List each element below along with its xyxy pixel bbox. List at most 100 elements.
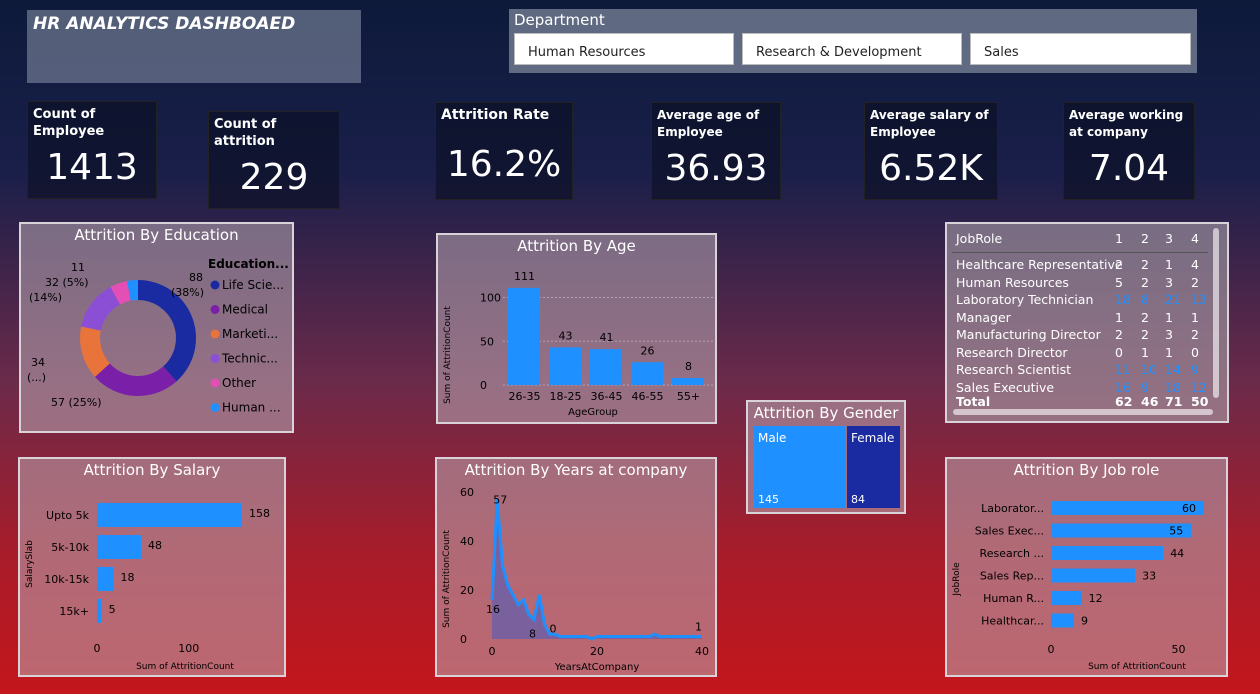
kpi-count-attrition: Count of attrition 229 [208, 111, 340, 209]
age-x-tick: 46-55 [632, 390, 664, 403]
department-label: Department [514, 11, 605, 29]
matrix-row-cell: 21 [1165, 292, 1181, 307]
age-bar-label: 26 [641, 344, 655, 357]
education-legend: Life Scie... Medical Marketi... Technic... O… [210, 278, 284, 415]
salary-xlabel: Sum of AttritionCount [136, 662, 234, 672]
years-panel: Attrition By Years at company Sum of Att… [435, 457, 717, 677]
kpi-title: Average salary of Employee [870, 108, 989, 139]
matrix-row-cell: 1 [1165, 344, 1173, 360]
matrix-row-cell: 9 [1191, 362, 1199, 377]
kpi-count-employee: Count of Employee 1413 [27, 101, 157, 199]
education-panel: Attrition By Education 88 (38%) 57 (25%)… [19, 222, 294, 433]
salary-bar [97, 503, 242, 527]
age-x-tick: 55+ [677, 390, 700, 403]
job-y-tick: Research ... [980, 547, 1044, 560]
kpi-value: 7.04 [1088, 148, 1170, 189]
matrix-row-cell: 3 [1165, 327, 1173, 342]
matrix-total-cell: 62 [1115, 394, 1133, 409]
department-option-human-resources[interactable]: Human Resources [514, 33, 734, 65]
job-bar-label: 9 [1081, 615, 1088, 628]
legend-label: Medical [222, 303, 268, 317]
years-label: 8 [529, 627, 536, 640]
matrix-row-cell: 1 [1165, 257, 1173, 272]
job-x-tick: 0 [1048, 643, 1055, 656]
job-bar [1051, 613, 1074, 628]
years-x-tick: 20 [590, 645, 604, 658]
years-y-tick: 0 [460, 633, 467, 646]
job-y-tick: Laborator... [981, 502, 1044, 515]
matrix-scrollbar-vertical[interactable] [1213, 228, 1219, 398]
job-y-tick: Human R... [983, 592, 1044, 605]
matrix-row-cell: 2 [1141, 309, 1149, 325]
years-xlabel: YearsAtCompany [554, 662, 640, 673]
matrix-row-cell: 2 [1141, 274, 1149, 290]
kpi-value: 16.2% [446, 144, 562, 185]
education-legend-title: Education... [208, 257, 289, 271]
jobrole-panel: Attrition By Job role JobRole Sum of Att… [945, 457, 1228, 677]
matrix-row-cell: 3 [1165, 274, 1173, 290]
job-y-tick: Healthcar... [981, 615, 1044, 628]
age-x-tick: 18-25 [550, 390, 582, 403]
kpi-value: 36.93 [664, 148, 768, 189]
job-bar-label: 44 [1170, 547, 1184, 560]
kpi-attrition-rate: Attrition Rate 16.2% [435, 102, 573, 200]
salary-y-tick: 10k-15k [44, 573, 89, 586]
years-area [492, 499, 702, 639]
matrix-row-cell: 5 [1115, 274, 1123, 290]
donut-label-technical-pct: (14%) [29, 291, 62, 304]
jobrole-matrix-panel: JobRole 1 2 3 4 Healthcare Representative 2 2 1 4… [945, 222, 1229, 423]
dashboard-title-box: HR ANALYTICS DASHBOAED [27, 10, 361, 83]
matrix-row-cell: 4 [1191, 257, 1199, 272]
years-label: 57 [493, 493, 507, 506]
age-xlabel: AgeGroup [568, 407, 618, 418]
matrix-divider [952, 252, 1208, 253]
matrix-total-cell: 71 [1165, 394, 1183, 409]
age-bar-label: 8 [685, 360, 692, 373]
job-bar [1051, 568, 1136, 583]
kpi-title: Average age of Employee [657, 108, 760, 139]
job-bar [1051, 546, 1164, 560]
matrix-row-cell: 14 [1165, 362, 1181, 377]
years-line-chart: Sum of AttritionCount YearsAtCompany 0 20… [442, 486, 709, 673]
matrix-row-cell: Healthcare Representative [956, 257, 1123, 272]
salary-bar-label: 158 [249, 507, 270, 520]
matrix-row-cell: Human Resources [956, 274, 1069, 290]
matrix-row-cell: 18 [1165, 379, 1181, 395]
kpi-value: 6.52K [879, 148, 983, 189]
matrix-row-cell: 2 [1141, 257, 1149, 272]
matrix-header-cell: 2 [1141, 231, 1149, 246]
years-x-tick: 40 [695, 645, 709, 658]
dashboard-title: HR ANALYTICS DASHBOAED [33, 14, 296, 34]
age-bar [549, 347, 581, 385]
kpi-title: Count of Employee [33, 107, 105, 139]
kpi-average-working: Average working at company 7.04 [1063, 102, 1195, 200]
matrix-row-cell: 11 [1115, 362, 1131, 377]
salary-bar-label: 5 [109, 603, 116, 616]
age-x-tick: 36-45 [591, 390, 623, 403]
years-label: 1 [695, 621, 702, 634]
legend-marker [210, 305, 220, 314]
kpi-average-salary: Average salary of Employee 6.52K [864, 102, 998, 200]
years-y-tick: 40 [460, 535, 474, 548]
salary-bar-label: 18 [121, 571, 135, 584]
department-option-sales[interactable]: Sales [970, 33, 1191, 65]
matrix-row-cell: 13 [1191, 292, 1207, 307]
matrix-row-cell: 0 [1115, 344, 1123, 360]
gender-male-tile[interactable]: Male 145 [754, 426, 845, 508]
matrix-row-cell: 2 [1191, 274, 1199, 290]
gender-female-tile[interactable]: Female 84 [847, 426, 900, 508]
matrix-row-cell: 2 [1191, 327, 1199, 342]
y-tick: 100 [480, 292, 501, 305]
matrix-row-cell: 18 [1115, 292, 1131, 307]
matrix-row-cell: 2 [1115, 257, 1123, 272]
kpi-title: Attrition Rate [441, 107, 550, 123]
age-ylabel: Sum of AttritionCount [443, 306, 453, 404]
education-donut-chart: 88 (38%) 57 (25%) 34 (...) 32 (5%) (14%)… [27, 257, 289, 415]
matrix-scrollbar-horizontal[interactable] [953, 409, 1213, 415]
legend-marker [210, 280, 220, 290]
kpi-value: 1413 [46, 147, 138, 188]
legend-label: Technic... [221, 352, 278, 366]
job-bar-label: 12 [1089, 592, 1103, 605]
legend-marker [210, 354, 220, 363]
department-option-research-development[interactable]: Research & Development [742, 33, 962, 65]
